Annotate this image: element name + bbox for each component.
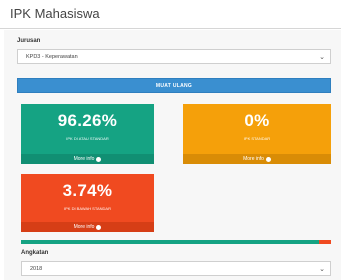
stat-value: 3.74% — [62, 181, 113, 200]
jurusan-label: Jurusan — [17, 38, 41, 44]
chevron-down-icon: ⌄ — [319, 54, 325, 61]
progress-segment-below — [319, 240, 331, 244]
more-info-label: More info — [73, 156, 95, 162]
stat-caption: IPK DI ATAU STANDAR — [66, 136, 109, 141]
stat-caption: IPK STANDAR — [243, 136, 271, 141]
arrow-circle-right-icon: ➜ — [96, 156, 102, 162]
more-info-link[interactable]: More info ➜ — [21, 154, 154, 164]
stat-caption: IPK DI BAWAH STANDAR — [64, 206, 111, 211]
reload-button[interactable]: MUAT ULANG — [17, 78, 331, 93]
jurusan-select-value: KPD3 - Keperawatan — [26, 53, 78, 60]
more-info-link[interactable]: More info ➜ — [183, 154, 331, 164]
jurusan-select[interactable]: KPD3 - Keperawatan ⌄ — [17, 49, 331, 64]
stat-value: 0% — [244, 111, 270, 130]
ipk-progress-bar — [21, 240, 331, 244]
angkatan-select[interactable]: 2018 ⌄ — [21, 261, 331, 276]
chevron-down-icon: ⌄ — [319, 266, 325, 273]
page-title: IPK Mahasiswa — [10, 6, 100, 21]
stat-value: 96.26% — [57, 111, 118, 130]
angkatan-select-value: 2018 — [30, 265, 43, 272]
more-info-label: More info — [73, 224, 95, 230]
arrow-circle-right-icon: ➜ — [96, 224, 102, 230]
progress-segment-above — [21, 240, 320, 244]
angkatan-label: Angkatan — [21, 250, 49, 256]
stat-box-standard: 0% IPK STANDAR More info ➜ — [183, 104, 331, 164]
title-divider — [0, 28, 341, 29]
more-info-link[interactable]: More info ➜ — [21, 222, 154, 232]
more-info-label: More info — [243, 156, 264, 162]
arrow-circle-right-icon: ➜ — [265, 156, 271, 162]
stat-box-above-standard: 96.26% IPK DI ATAU STANDAR More info ➜ — [21, 104, 154, 164]
stat-box-below-standard: 3.74% IPK DI BAWAH STANDAR More info ➜ — [21, 174, 154, 232]
